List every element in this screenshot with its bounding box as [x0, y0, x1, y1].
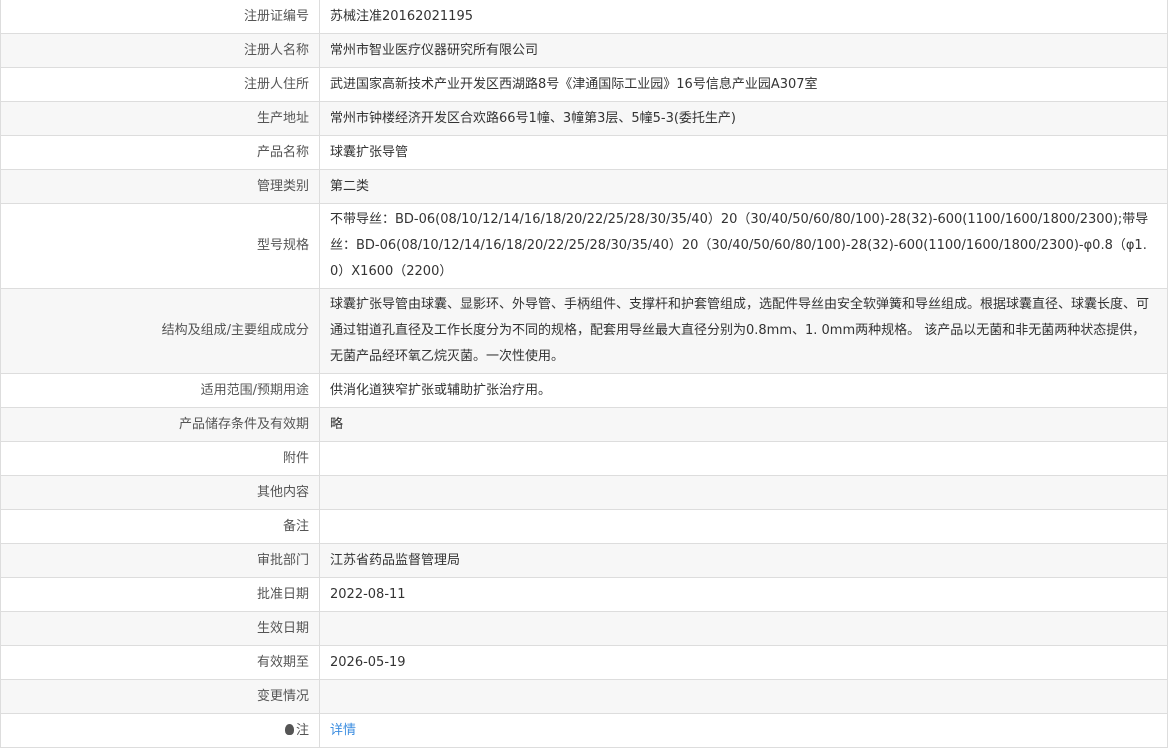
field-value: 2026-05-19: [319, 645, 1168, 680]
field-label: 型号规格: [0, 203, 320, 289]
field-label: 生产地址: [0, 101, 320, 136]
field-label: 附件: [0, 441, 320, 476]
field-value: 球囊扩张导管由球囊、显影环、外导管、手柄组件、支撑杆和护套管组成，选配件导丝由安…: [319, 288, 1168, 374]
field-label: 注册人名称: [0, 33, 320, 68]
field-value: [319, 475, 1168, 510]
field-label: 其他内容: [0, 475, 320, 510]
field-label: 适用范围/预期用途: [0, 373, 320, 408]
table-row: 产品储存条件及有效期略: [0, 407, 1168, 442]
field-value: 略: [319, 407, 1168, 442]
field-value: 供消化道狭窄扩张或辅助扩张治疗用。: [319, 373, 1168, 408]
field-label: 生效日期: [0, 611, 320, 646]
field-label: 备注: [0, 509, 320, 544]
table-row: 附件: [0, 441, 1168, 476]
field-label: 注册证编号: [0, 0, 320, 34]
table-row: 备注: [0, 509, 1168, 544]
table-row: 其他内容: [0, 475, 1168, 510]
table-row: 生效日期: [0, 611, 1168, 646]
table-row: 有效期至 2026-05-19: [0, 645, 1168, 680]
field-label: 结构及组成/主要组成成分: [0, 288, 320, 374]
note-label: 注: [295, 722, 309, 738]
field-value: [319, 679, 1168, 714]
table-row: 结构及组成/主要组成成分 球囊扩张导管由球囊、显影环、外导管、手柄组件、支撑杆和护…: [0, 288, 1168, 374]
field-label: 注册人住所: [0, 67, 320, 102]
field-value: 常州市钟楼经济开发区合欢路66号1幢、3幢第3层、5幢5-3(委托生产): [319, 101, 1168, 136]
field-value: 2022-08-11: [319, 577, 1168, 612]
table-row: 注册人住所 武进国家高新技术产业开发区西湖路8号《津通国际工业园》16号信息产业园…: [0, 67, 1168, 102]
table-row: 批准日期 2022-08-11: [0, 577, 1168, 612]
field-label: 有效期至: [0, 645, 320, 680]
field-label: 产品储存条件及有效期: [0, 407, 320, 442]
table-row: 审批部门 江苏省药品监督管理局: [0, 543, 1168, 578]
table-row: 注册人名称 常州市智业医疗仪器研究所有限公司: [0, 33, 1168, 68]
field-value: 不带导丝：BD-06(08/10/12/14/16/18/20/22/25/28…: [319, 203, 1168, 289]
table-row: 型号规格 不带导丝：BD-06(08/10/12/14/16/18/20/22/2…: [0, 203, 1168, 289]
field-value: 武进国家高新技术产业开发区西湖路8号《津通国际工业园》16号信息产业园A307室: [319, 67, 1168, 102]
details-link[interactable]: 详情: [330, 723, 356, 738]
note-row: 注 详情: [0, 713, 1168, 748]
table-row: 生产地址 常州市钟楼经济开发区合欢路66号1幢、3幢第3层、5幢5-3(委托生产): [0, 101, 1168, 136]
field-value: 苏械注准20162021195: [319, 0, 1168, 34]
table-row: 产品名称 球囊扩张导管: [0, 135, 1168, 170]
registration-detail-table: 注册证编号 苏械注准20162021195 注册人名称 常州市智业医疗仪器研究所有限公…: [0, 0, 1168, 748]
field-value: [319, 611, 1168, 646]
table-row: 适用范围/预期用途 供消化道狭窄扩张或辅助扩张治疗用。: [0, 373, 1168, 408]
lightbulb-icon: [284, 723, 294, 735]
table-row: 注册证编号 苏械注准20162021195: [0, 0, 1168, 34]
field-value: 常州市智业医疗仪器研究所有限公司: [319, 33, 1168, 68]
field-label: 管理类别: [0, 169, 320, 204]
field-label: 批准日期: [0, 577, 320, 612]
table-row: 管理类别 第二类: [0, 169, 1168, 204]
field-value: 球囊扩张导管: [319, 135, 1168, 170]
table-row: 变更情况: [0, 679, 1168, 714]
field-label: 变更情况: [0, 679, 320, 714]
field-label: 审批部门: [0, 543, 320, 578]
field-value: 第二类: [319, 169, 1168, 204]
field-value: [319, 441, 1168, 476]
field-label: 产品名称: [0, 135, 320, 170]
field-value: [319, 509, 1168, 544]
field-value: 江苏省药品监督管理局: [319, 543, 1168, 578]
